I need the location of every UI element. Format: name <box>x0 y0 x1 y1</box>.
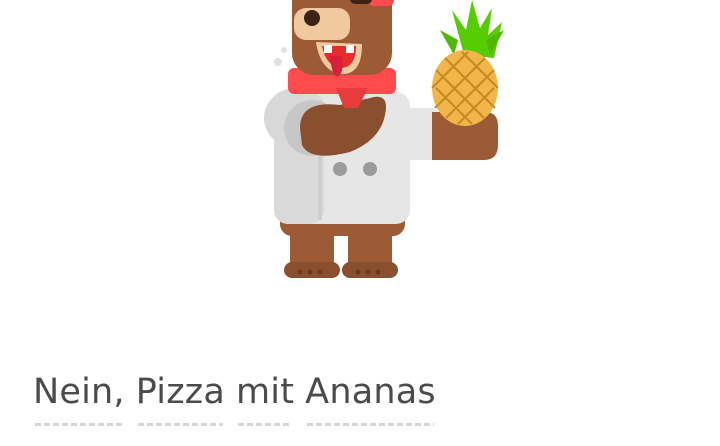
pineapple-icon <box>431 0 504 126</box>
sentence-prompt: Nein, Pizza mit Ananas <box>33 372 436 426</box>
word-token[interactable]: Ananas <box>305 372 436 426</box>
word-token[interactable]: Nein, <box>33 372 125 426</box>
word-token[interactable]: mit <box>236 372 294 426</box>
word-token[interactable]: Pizza <box>136 372 225 426</box>
bear-head <box>274 0 394 77</box>
bear-chef-illustration <box>264 0 504 278</box>
